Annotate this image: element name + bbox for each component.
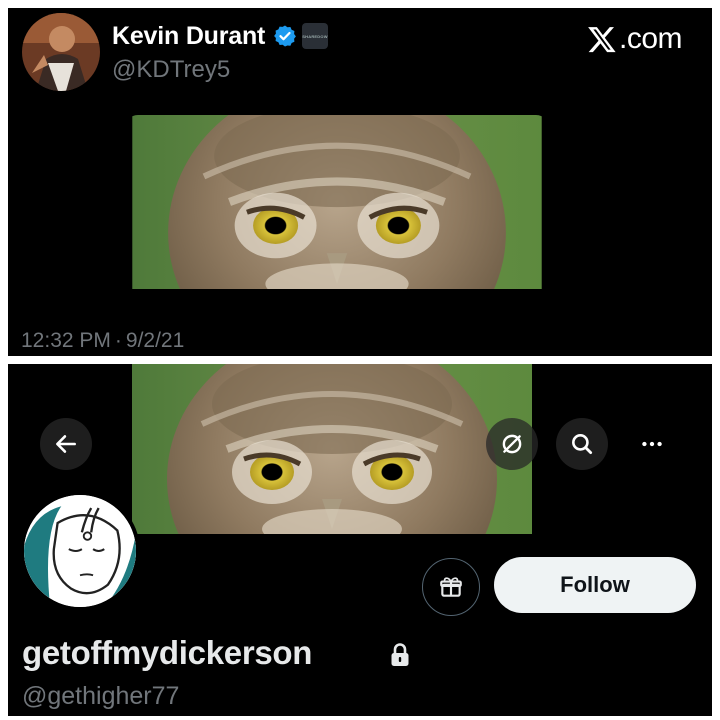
verified-badge-icon [274,25,296,47]
author-avatar[interactable] [22,13,100,91]
x-logo-icon [588,27,616,53]
timestamp-date: 9/2/21 [125,329,185,352]
gift-icon [440,577,462,597]
author-name[interactable]: Kevin Durant [112,22,265,51]
x-brand-logo: .com [587,22,683,56]
profile-avatar[interactable] [20,491,140,611]
search-icon [572,434,593,455]
follow-button[interactable]: Follow [494,557,696,613]
affiliate-badge-text: SHAREDOW [302,33,328,39]
more-icon [642,441,662,447]
profile-panel: Follow getoffmydickerson @gethigher77 [8,364,712,716]
more-options-button[interactable] [626,418,678,470]
profile-display-name: getoffmydickerson [22,634,313,671]
back-arrow-icon [56,435,76,453]
tweet-media-owl-image[interactable] [124,115,550,289]
brand-domain-text: .com [618,22,683,55]
timestamp-time: 12:32 PM [21,329,111,352]
affiliate-badge[interactable]: SHAREDOW [302,23,328,49]
tweet-panel: Kevin Durant SHAREDOW @KDTrey5 .com 12:3… [8,8,712,356]
timestamp-separator: · [114,329,122,352]
grok-button[interactable] [486,418,538,470]
author-handle[interactable]: @KDTrey5 [112,56,230,84]
grok-icon [502,434,522,454]
search-button[interactable] [556,418,608,470]
tweet-timestamp[interactable]: 12:32 PM · 9/2/21 [21,329,184,353]
protected-lock-icon [391,643,409,666]
back-button[interactable] [40,418,92,470]
profile-handle: @gethigher77 [22,682,180,710]
subscribe-gift-button[interactable] [422,558,480,616]
